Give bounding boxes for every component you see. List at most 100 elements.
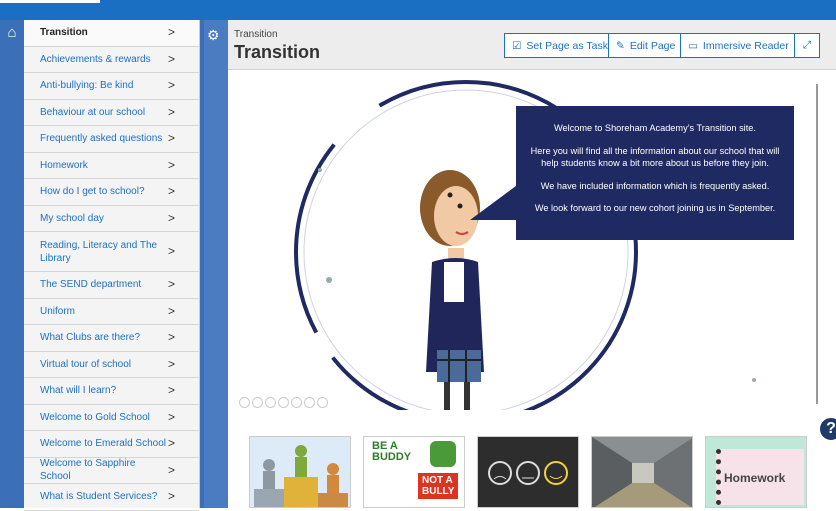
home-icon[interactable]: ⌂ <box>2 24 22 46</box>
chevron-right-icon: > <box>167 51 175 66</box>
checkbox-icon: ☑ <box>512 39 522 52</box>
sidebar-item-student-services[interactable]: What is Student Services? > <box>24 484 199 511</box>
bubble-line: We look forward to our new cohort joinin… <box>534 203 776 213</box>
sidebar-item-label: What is Student Services? <box>40 491 158 503</box>
chevron-right-icon: > <box>167 330 175 345</box>
share-icon[interactable] <box>278 397 289 408</box>
sidebar-item-label: Frequently asked questions <box>40 133 163 145</box>
bubble-line: Here you will find all the information a… <box>530 145 780 169</box>
thumb-homework[interactable]: Homework <box>705 436 807 508</box>
sidebar-item-reading[interactable]: Reading, Literacy and The Library > <box>24 232 199 272</box>
girl-illustration <box>420 170 484 410</box>
sidebar-item-label: Anti-bullying: Be kind <box>40 80 134 92</box>
sidebar-item-label: Uniform <box>40 305 76 317</box>
sidebar-item-label: My school day <box>40 212 104 224</box>
sidebar-item-label: Behaviour at our school <box>40 106 146 118</box>
sidebar-item-label: What Clubs are there? <box>40 332 141 344</box>
chevron-right-icon: > <box>167 210 175 225</box>
chevron-right-icon: > <box>167 25 175 40</box>
org-chart-icon[interactable]: ⚙ <box>207 27 220 44</box>
reader-icon: ▭ <box>688 39 698 52</box>
chevron-right-icon: > <box>167 303 175 318</box>
edit-page-button[interactable]: ✎ Edit Page <box>608 33 684 58</box>
sidebar-item-get-to-school[interactable]: How do I get to school? > <box>24 179 199 206</box>
sidebar-item-school-day[interactable]: My school day > <box>24 206 199 232</box>
chevron-right-icon: > <box>167 244 175 258</box>
corridor-image <box>592 437 692 507</box>
video-controls <box>239 397 328 408</box>
sidebar-item-clubs[interactable]: What Clubs are there? > <box>24 325 199 352</box>
sidebar-item-faq[interactable]: Frequently asked questions > <box>24 126 199 153</box>
pencil-icon: ✎ <box>616 39 625 52</box>
sidebar-item-label: Welcome to Sapphire School <box>40 458 136 483</box>
chevron-right-icon: > <box>167 462 175 477</box>
thumb-behaviour[interactable] <box>477 436 579 508</box>
sidebar-item-gold[interactable]: Welcome to Gold School > <box>24 405 199 431</box>
page-rail: ⚙ <box>204 20 228 508</box>
sidebar-item-label: What will I learn? <box>40 385 117 397</box>
buddy-label: BE A BUDDY <box>372 440 412 463</box>
draw-icon[interactable] <box>265 397 276 408</box>
scrollbar[interactable] <box>816 84 818 404</box>
zoom-icon[interactable] <box>291 397 302 408</box>
page-title: Transition <box>234 42 321 62</box>
sidebar-item-anti-bullying[interactable]: Anti-bullying: Be kind > <box>24 73 199 100</box>
top-bar <box>0 0 836 20</box>
homework-label: Homework <box>724 471 786 485</box>
page-header: ⚙ Transition Transition ☑ Set Page as Tas… <box>204 20 836 508</box>
bubble-line: We have included information which is fr… <box>540 180 770 191</box>
sidebar-item-uniform[interactable]: Uniform > <box>24 299 199 325</box>
sidebar-item-label: The SEND department <box>40 279 142 291</box>
sidebar-item-label: Achievements & rewards <box>40 53 151 65</box>
chevron-right-icon: > <box>167 157 175 172</box>
chevron-right-icon: > <box>167 104 175 119</box>
fullscreen-button[interactable]: ⤢ <box>794 33 820 58</box>
chevron-right-icon: > <box>167 131 175 146</box>
grid-icon[interactable] <box>304 397 315 408</box>
immersive-reader-button[interactable]: ▭ Immersive Reader <box>680 33 797 58</box>
next-icon[interactable] <box>252 397 263 408</box>
sidebar-item-label: Welcome to Emerald School <box>40 438 166 450</box>
sidebar-item-homework[interactable]: Homework > <box>24 153 199 179</box>
expand-icon: ⤢ <box>802 39 812 51</box>
sidebar-item-label: Welcome to Gold School <box>40 411 150 423</box>
sidebar-item-label: Virtual tour of school <box>40 358 131 370</box>
sidebar-item-emerald[interactable]: Welcome to Emerald School > <box>24 431 199 458</box>
chevron-right-icon: > <box>167 489 175 504</box>
sidebar-item-learn[interactable]: What will I learn? > <box>24 378 199 405</box>
breadcrumb[interactable]: Transition <box>234 29 278 40</box>
thumb-achievements[interactable] <box>249 436 351 508</box>
sidebar-item-send[interactable]: The SEND department > <box>24 272 199 299</box>
chevron-right-icon: > <box>167 383 175 398</box>
chevron-right-icon: > <box>167 436 175 451</box>
chevron-right-icon: > <box>167 356 175 371</box>
thumb-be-a-buddy[interactable]: BE A BUDDY NOT A BULLY <box>363 436 465 508</box>
thumbs-up-icon <box>430 441 456 467</box>
podium-image <box>250 437 350 507</box>
welcome-bubble: Welcome to Shoreham Academy’s Transition… <box>516 106 794 240</box>
sidebar-item-label: How do I get to school? <box>40 186 145 198</box>
chevron-right-icon: > <box>167 409 175 424</box>
sidebar-item-achievements[interactable]: Achievements & rewards > <box>24 47 199 73</box>
set-task-label: Set Page as Task <box>526 39 608 52</box>
sidebar-item-behaviour[interactable]: Behaviour at our school > <box>24 100 199 126</box>
edit-label: Edit Page <box>629 39 676 52</box>
bubble-line: Welcome to Shoreham Academy’s Transition… <box>554 123 756 133</box>
thumb-corridor[interactable] <box>591 436 693 508</box>
sidebar-item-label: Homework <box>40 159 88 171</box>
sidebar-item-virtual-tour[interactable]: Virtual tour of school > <box>24 352 199 378</box>
chevron-right-icon: > <box>167 78 175 93</box>
sidebar-item-label: Reading, Literacy and The Library <box>40 239 158 264</box>
chevron-right-icon: > <box>167 277 175 292</box>
set-task-button[interactable]: ☑ Set Page as Task <box>504 33 616 58</box>
not-a-bully-label: NOT A BULLY <box>418 473 459 499</box>
sidebar-item-label: Transition <box>40 27 88 39</box>
immersive-label: Immersive Reader <box>702 39 789 52</box>
left-rail: ⌂ <box>0 20 24 508</box>
faces-image <box>488 461 568 485</box>
sidebar-item-transition[interactable]: Transition > <box>24 20 199 47</box>
sidebar-item-sapphire[interactable]: Welcome to Sapphire School > <box>24 458 199 484</box>
more-icon[interactable] <box>317 397 328 408</box>
prev-icon[interactable] <box>239 397 250 408</box>
sidebar-nav: Transition > Achievements & rewards > Anti… <box>24 20 200 511</box>
